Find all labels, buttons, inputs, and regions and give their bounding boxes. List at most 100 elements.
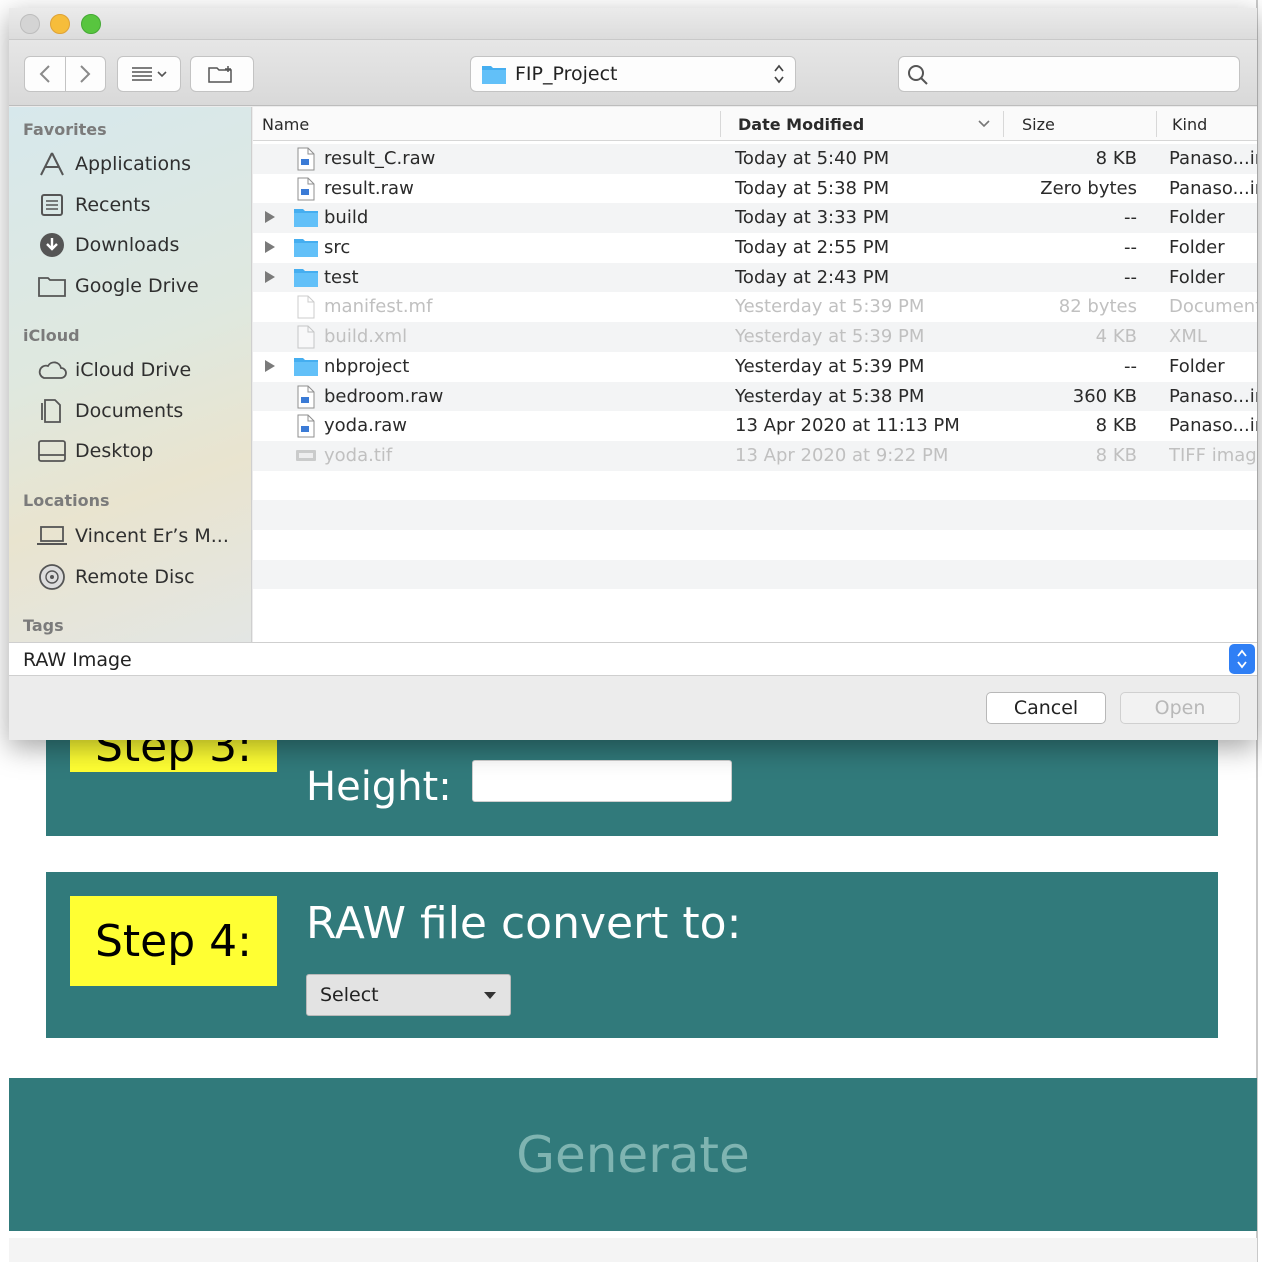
sidebar-item-google-drive[interactable]: Google Drive — [35, 269, 199, 303]
file-date: Today at 5:40 PM — [735, 148, 890, 169]
empty-row — [253, 530, 1257, 560]
back-button[interactable] — [25, 57, 65, 91]
file-size: -- — [1124, 266, 1137, 288]
file-row[interactable]: nbproject Yesterday at 5:39 PM -- Folder — [253, 352, 1257, 382]
column-name[interactable]: Name — [262, 107, 309, 141]
current-folder-name: FIP_Project — [515, 63, 618, 85]
chevron-right-icon — [80, 65, 91, 83]
new-folder-icon — [208, 66, 232, 83]
view-options-button[interactable] — [117, 56, 181, 92]
folder-icon — [293, 236, 319, 260]
disclosure-triangle-icon[interactable] — [265, 359, 275, 372]
close-window-button[interactable] — [20, 14, 40, 34]
sidebar-heading-favorites: Favorites — [23, 120, 107, 139]
up-down-arrows-icon — [1237, 649, 1247, 669]
file-type-value: RAW Image — [23, 649, 132, 671]
title-bar — [9, 8, 1257, 40]
file-date: Yesterday at 5:38 PM — [735, 385, 925, 407]
sidebar-item-applications[interactable]: Applications — [35, 147, 191, 181]
sidebar-item-label: Downloads — [75, 234, 180, 257]
open-button[interactable]: Open — [1120, 692, 1240, 724]
file-kind: Panaso...image — [1169, 415, 1257, 437]
sidebar-heading-icloud: iCloud — [23, 326, 80, 345]
generate-button[interactable]: Generate — [9, 1078, 1257, 1231]
cancel-button[interactable]: Cancel — [986, 692, 1106, 724]
search-input[interactable] — [898, 56, 1240, 92]
back-forward-group — [24, 56, 106, 92]
file-name: result.raw — [324, 177, 414, 199]
applications-icon — [35, 149, 69, 179]
document-icon — [293, 295, 319, 319]
cloud-icon — [35, 355, 69, 385]
file-size: 8 KB — [1095, 444, 1137, 466]
file-name: yoda.raw — [324, 415, 407, 437]
sidebar-item-label: Desktop — [75, 440, 154, 463]
file-kind: Panaso...image — [1169, 385, 1257, 407]
file-kind: TIFF image — [1169, 444, 1257, 466]
zoom-window-button[interactable] — [81, 14, 101, 34]
file-size: 8 KB — [1095, 415, 1137, 437]
documents-icon — [35, 396, 69, 426]
folder-path-popup[interactable]: FIP_Project — [470, 56, 796, 92]
file-size: 82 bytes — [1058, 296, 1137, 318]
empty-row — [253, 589, 1257, 619]
column-date-modified[interactable]: Date Modified — [738, 107, 864, 141]
file-type-filter[interactable]: RAW Image — [9, 642, 1257, 676]
sidebar-item-desktop[interactable]: Desktop — [35, 434, 153, 468]
sidebar-item-label: Remote Disc — [75, 565, 195, 588]
disclosure-triangle-icon[interactable] — [265, 270, 275, 283]
sidebar-item-label: iCloud Drive — [75, 359, 192, 381]
disc-icon — [35, 562, 69, 592]
file-kind: XML — [1169, 326, 1207, 348]
empty-row — [253, 471, 1257, 501]
file-date: Yesterday at 5:39 PM — [735, 326, 925, 348]
downloads-icon — [35, 230, 69, 260]
file-row: manifest.mf Yesterday at 5:39 PM 82 bytes D… — [253, 292, 1257, 322]
dialog-toolbar: FIP_Project — [9, 40, 1257, 106]
sidebar-item-label: Documents — [75, 399, 184, 422]
column-separator — [1156, 111, 1157, 137]
disclosure-triangle-icon[interactable] — [265, 241, 275, 254]
height-input[interactable] — [472, 760, 732, 802]
sidebar-item-downloads[interactable]: Downloads — [35, 228, 179, 262]
page-footer-strip — [9, 1238, 1257, 1262]
file-size: -- — [1124, 237, 1137, 259]
height-label: Height: — [306, 764, 452, 810]
column-size[interactable]: Size — [1022, 107, 1055, 141]
convert-format-select[interactable]: Select — [306, 974, 511, 1016]
column-header: Name Date Modified Size Kind — [253, 107, 1257, 141]
column-kind[interactable]: Kind — [1172, 107, 1207, 141]
minimize-window-button[interactable] — [50, 14, 70, 34]
step4-badge: Step 4: — [70, 896, 277, 986]
file-name: result_C.raw — [324, 148, 436, 169]
file-size: -- — [1124, 207, 1137, 229]
file-type-popup-button[interactable] — [1229, 644, 1255, 674]
file-kind: Panaso...image — [1169, 177, 1257, 199]
folder-icon — [293, 206, 319, 230]
up-down-arrows-icon — [774, 64, 784, 84]
sidebar-item-vincent-er-s-m[interactable]: Vincent Er’s M... — [35, 519, 229, 553]
file-row[interactable]: bedroom.raw Yesterday at 5:38 PM 360 KB Pan… — [253, 381, 1257, 412]
forward-button[interactable] — [65, 57, 105, 91]
file-row[interactable]: yoda.raw 13 Apr 2020 at 11:13 PM 8 KB Panas… — [253, 411, 1257, 441]
file-date: Today at 2:55 PM — [735, 237, 890, 259]
sidebar-item-documents[interactable]: Documents — [35, 394, 183, 428]
empty-row — [253, 500, 1257, 530]
file-row[interactable]: src Today at 2:55 PM -- Folder — [253, 233, 1257, 263]
file-row[interactable]: build Today at 3:33 PM -- Folder — [253, 203, 1257, 234]
file-size: Zero bytes — [1040, 177, 1137, 199]
generate-label: Generate — [516, 1125, 750, 1184]
dialog-button-bar: Cancel Open — [9, 676, 1257, 740]
file-kind: Panaso...image — [1169, 148, 1257, 169]
file-row[interactable]: result_C.raw Today at 5:40 PM 8 KB Panaso..… — [253, 144, 1257, 174]
convert-label: RAW file convert to: — [306, 898, 742, 949]
folder-icon — [293, 266, 319, 290]
file-row[interactable]: test Today at 2:43 PM -- Folder — [253, 262, 1257, 293]
sidebar-item-remote-disc[interactable]: Remote Disc — [35, 560, 195, 594]
sidebar-item-icloud-drive[interactable]: iCloud Drive — [35, 353, 191, 387]
new-folder-button[interactable] — [190, 56, 254, 92]
file-date: Today at 3:33 PM — [735, 207, 890, 229]
sidebar-item-recents[interactable]: Recents — [35, 188, 151, 222]
file-row[interactable]: result.raw Today at 5:38 PM Zero bytes Pana… — [253, 174, 1257, 204]
disclosure-triangle-icon[interactable] — [265, 211, 275, 224]
